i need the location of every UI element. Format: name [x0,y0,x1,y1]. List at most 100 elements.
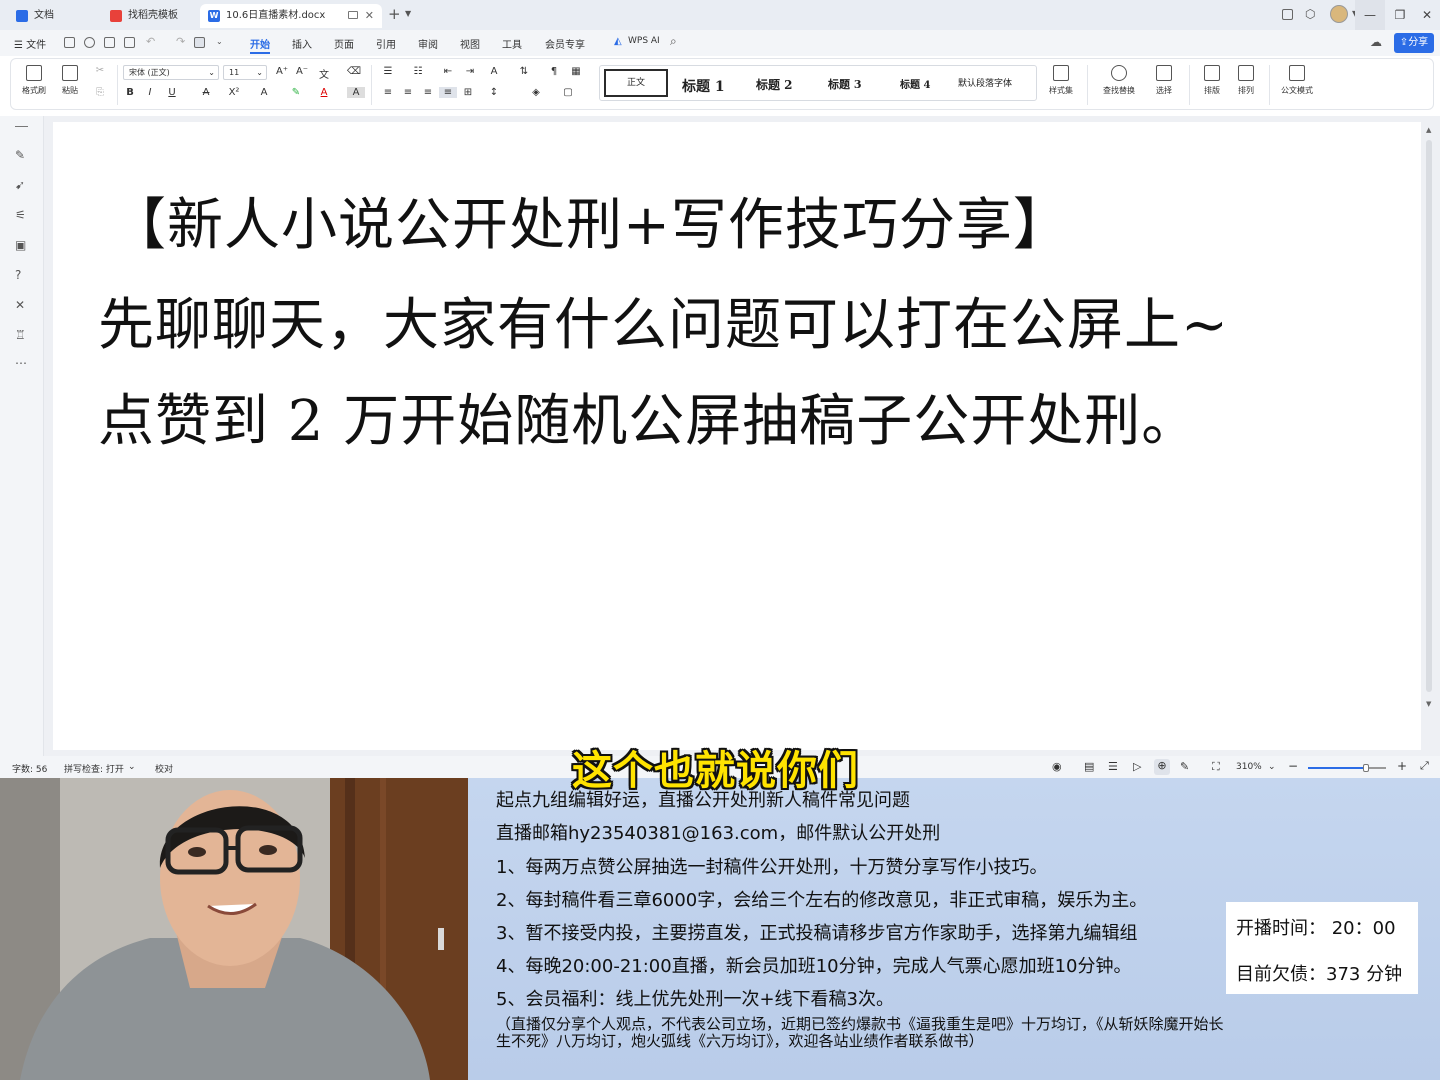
font-name-select[interactable]: 宋体 (正文) ⌄ [123,65,219,80]
bold-button[interactable]: B [121,87,139,98]
image-icon[interactable]: ▣ [15,238,28,252]
close-window-button[interactable]: ✕ [1412,0,1440,30]
vertical-scrollbar[interactable] [1426,140,1432,692]
font-size-select[interactable]: 11 ⌄ [223,65,267,80]
outline-view-icon[interactable]: ☰ [1108,760,1118,773]
float-window-icon[interactable] [348,11,358,19]
menu-member[interactable]: 会员专享 [545,36,585,51]
redo-icon[interactable]: ↷ [176,35,185,48]
cursor-icon[interactable]: ➹ [15,178,28,192]
layout-button[interactable]: 排版 [1195,65,1229,96]
align-left-icon[interactable]: ≡ [379,87,397,98]
document-line-2[interactable]: 先聊聊天，大家有什么问题可以打在公屏上~ [98,280,1229,361]
select-button[interactable]: 选择 [1147,65,1181,96]
style-set-button[interactable]: 样式集 [1041,65,1081,96]
strikethrough-icon[interactable]: A [197,87,215,98]
quick-access-icon[interactable] [194,37,205,48]
menu-view[interactable]: 视图 [460,36,480,51]
chinese-layout-icon[interactable]: A [485,66,503,77]
decrease-indent-icon[interactable]: ⇤ [439,66,457,77]
font-color-icon[interactable]: A [315,87,333,98]
window-layout-icon[interactable] [1282,9,1293,20]
print-icon[interactable] [104,37,115,48]
numbered-list-icon[interactable]: ☷ [409,66,427,77]
highlight-icon[interactable]: ✎ [287,87,305,98]
style-default-font[interactable]: 默认段落字体 [958,76,1012,89]
tab-current-document[interactable]: W 10.6日直播素材.docx ✕ [200,4,382,28]
more-icon[interactable]: ⋯ [15,356,28,370]
superscript-icon[interactable]: X² [225,87,243,98]
align-center-icon[interactable]: ≡ [399,87,417,98]
restore-button[interactable]: ❐ [1385,0,1415,30]
char-shading-icon[interactable]: A [347,87,365,98]
align-right-icon[interactable]: ≡ [419,87,437,98]
chevron-down-icon[interactable]: ⌄ [216,37,223,46]
write-mode-icon[interactable]: ✎ [1180,760,1189,773]
line-spacing-icon[interactable]: ↕ [485,87,503,98]
official-doc-mode-button[interactable]: 公文模式 [1275,65,1319,96]
export-pdf-icon[interactable] [84,37,95,48]
web-view-icon[interactable]: ⊕ [1154,759,1170,775]
proofread-button[interactable]: 校对 [155,762,173,775]
pen-icon[interactable]: ✎ [15,148,28,162]
italic-button[interactable]: I [141,87,159,98]
undo-icon[interactable]: ↶ [146,35,155,48]
style-heading-4[interactable]: 标题 4 [900,76,930,91]
shirt-icon[interactable]: ♖ [15,328,28,342]
play-icon[interactable]: ▷ [1133,760,1141,773]
bullet-list-icon[interactable]: ☰ [379,66,397,77]
help-icon[interactable]: ? [15,268,28,282]
file-menu[interactable]: ☰ 文件 [14,36,46,51]
cut-icon[interactable]: ✂ [91,65,109,76]
tab-docs-home[interactable]: 文档 [8,4,96,28]
fit-page-icon[interactable]: ⛶ [1212,760,1220,774]
style-heading-1[interactable]: 标题 1 [682,76,725,96]
paste-button[interactable]: 粘贴 [53,65,87,96]
cloud-sync-icon[interactable]: ☁ [1370,35,1382,49]
collapse-icon[interactable] [15,126,28,127]
wps-ai-button[interactable]: WPS AI [628,36,660,46]
tab-docer-template[interactable]: 找稻壳模板 [102,4,198,28]
save-icon[interactable] [64,37,75,48]
menu-home[interactable]: 开始 [250,36,270,51]
new-tab-icon[interactable]: + [388,5,401,23]
print-preview-icon[interactable] [124,37,135,48]
style-normal[interactable]: 正文 [604,69,668,97]
increase-indent-icon[interactable]: ⇥ [461,66,479,77]
document-title-line[interactable]: 【新人小说公开处刑+写作技巧分享】 [110,180,1070,261]
scroll-up-icon[interactable]: ▲ [1426,126,1431,134]
fullscreen-icon[interactable]: ⤢ [1420,759,1429,773]
shading-icon[interactable]: ◈ [527,87,545,98]
format-painter-button[interactable]: 格式刷 [17,65,51,96]
arrange-button[interactable]: 排列 [1229,65,1263,96]
page-view-icon[interactable]: ▤ [1084,760,1094,773]
zoom-in-icon[interactable]: + [1397,759,1407,773]
grow-font-icon[interactable]: A⁺ [273,66,291,77]
document-line-3[interactable]: 点赞到 2 万开始随机公屏抽稿子公开处刑。 [98,376,1198,457]
spell-check-toggle[interactable]: 拼写检查: 打开 [64,762,124,775]
distribute-icon[interactable]: ⊞ [459,87,477,98]
find-replace-button[interactable]: 查找替换 [1095,65,1143,96]
chevron-down-icon[interactable]: ▼ [405,9,411,18]
menu-tools[interactable]: 工具 [502,36,522,51]
search-icon[interactable]: ⌕ [670,34,677,49]
border-icon[interactable]: ▢ [559,87,577,98]
sort-icon[interactable]: ⇅ [515,66,533,77]
share-button[interactable]: ⇪分享 [1394,33,1434,53]
style-heading-2[interactable]: 标题 2 [756,76,793,93]
table-icon[interactable]: ▦ [567,66,585,77]
minimize-button[interactable]: — [1355,0,1385,30]
justify-icon[interactable]: ≡ [439,87,457,98]
shrink-font-icon[interactable]: A⁻ [293,66,311,77]
menu-page[interactable]: 页面 [334,36,354,51]
style-heading-3[interactable]: 标题 3 [828,76,861,92]
zoom-slider[interactable] [1308,764,1386,772]
underline-button[interactable]: U [163,87,181,98]
scroll-down-icon[interactable]: ▼ [1426,700,1431,708]
phonetic-guide-icon[interactable]: 文 [315,66,333,81]
copy-icon[interactable]: ⎘ [91,87,109,98]
text-effect-icon[interactable]: A [255,87,273,98]
avatar[interactable] [1330,5,1348,23]
close-tab-icon[interactable]: ✕ [365,4,374,28]
zoom-out-icon[interactable]: − [1288,759,1298,773]
